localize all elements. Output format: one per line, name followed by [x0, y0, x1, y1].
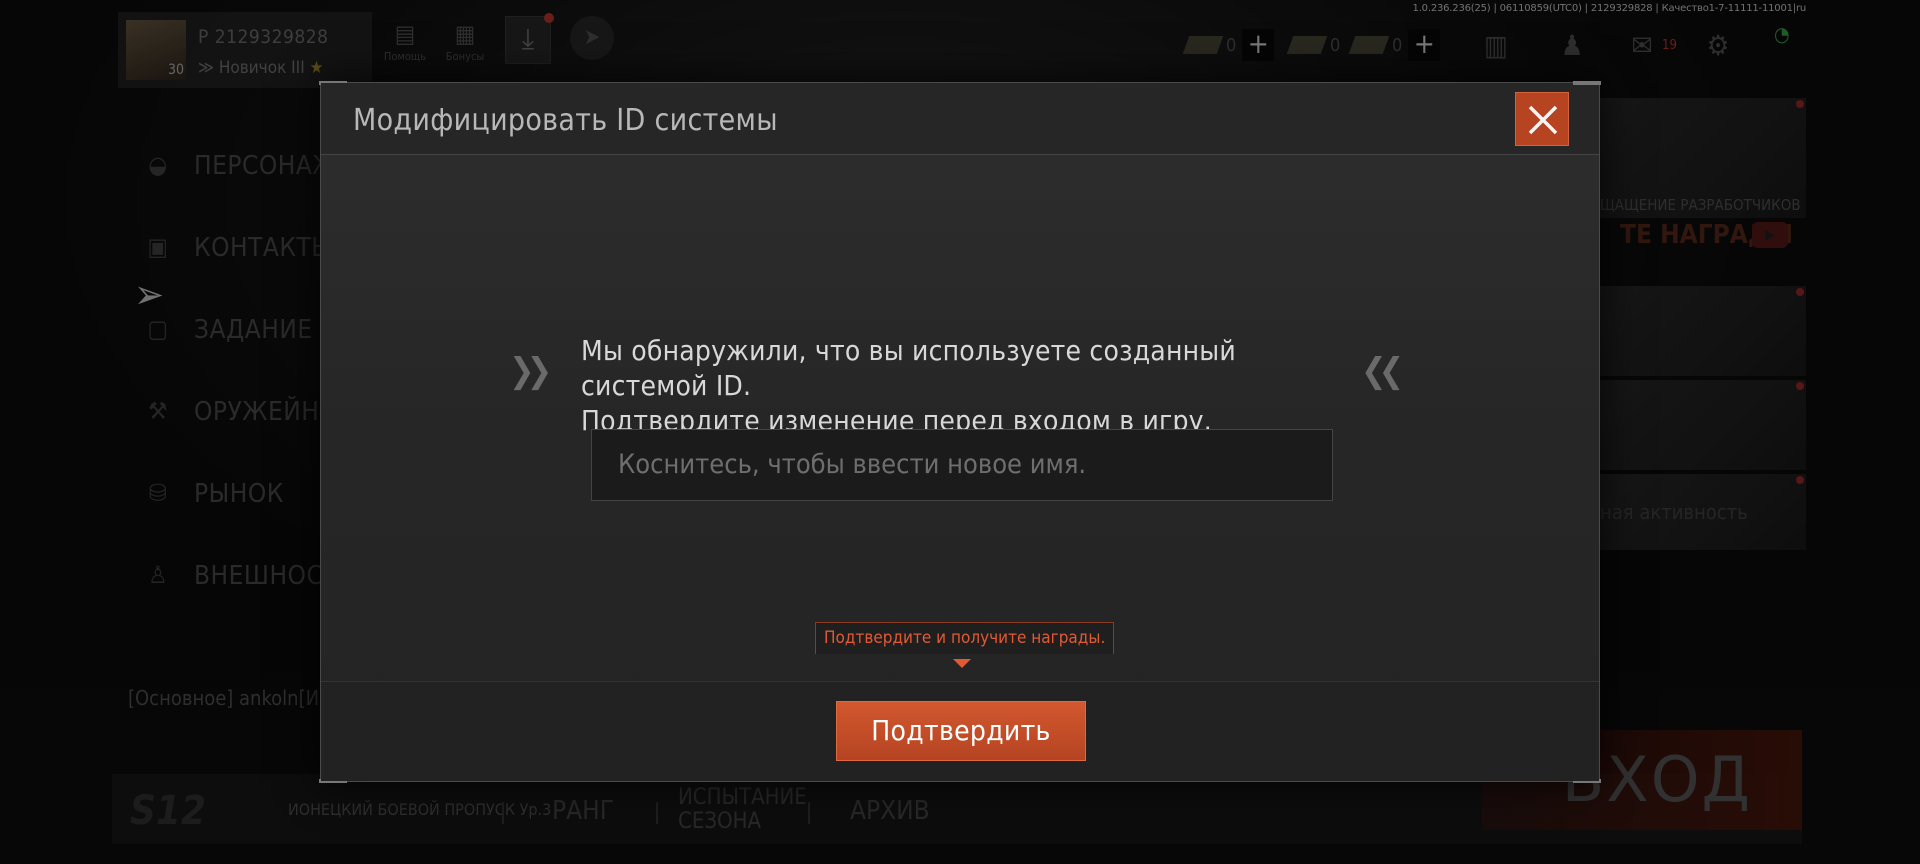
hint-arrow-icon	[953, 659, 971, 668]
dialog-title: Модифицировать ID системы	[353, 103, 778, 138]
close-button[interactable]	[1515, 92, 1569, 146]
chevron-left-icon: ❮❮	[1361, 351, 1404, 391]
message-line-1: Мы обнаружили, что вы используете создан…	[581, 334, 1236, 402]
reward-hint: Подтвердите и получите награды.	[815, 622, 1115, 654]
dialog-header: Модифицировать ID системы	[321, 83, 1599, 155]
dialog-message: Мы обнаружили, что вы используете создан…	[581, 333, 1361, 438]
confirm-button[interactable]: Подтвердить	[836, 701, 1086, 761]
modify-id-dialog: Модифицировать ID системы ❯❯ Мы обнаружи…	[319, 81, 1601, 783]
new-name-input[interactable]: Коснитесь, чтобы ввести новое имя.	[591, 429, 1333, 501]
close-icon	[1528, 105, 1558, 135]
chevron-right-icon: ❯❯	[509, 351, 552, 391]
